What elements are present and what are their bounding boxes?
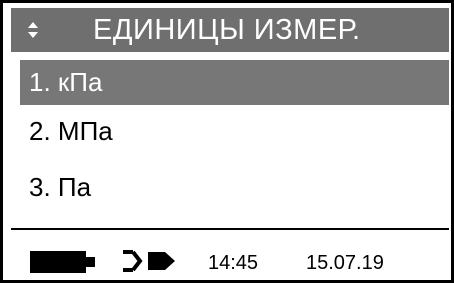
battery-icon [30,251,95,273]
status-time: 14:45 [208,252,259,274]
menu-item-label: 2. МПа [29,116,113,146]
title-bar: ЕДИНИЦЫ ИЗМЕР. [11,8,449,52]
status-date: 15.07.19 [306,252,384,274]
page-title: ЕДИНИЦЫ ИЗМЕР. [93,14,361,46]
menu-item-label: 1. кПа [29,67,103,97]
menu-item-mpa[interactable]: 2. МПа [20,109,449,154]
menu-item-label: 3. Па [29,172,92,202]
power-plug-icon [123,250,175,272]
menu-item-pa[interactable]: 3. Па [20,165,449,210]
device-screen: ЕДИНИЦЫ ИЗМЕР. 1. кПа 2. МПа 3. Па 14:45… [0,0,454,283]
status-divider [11,228,449,230]
menu-item-kpa[interactable]: 1. кПа [20,60,449,105]
up-down-arrows-icon [28,22,38,38]
